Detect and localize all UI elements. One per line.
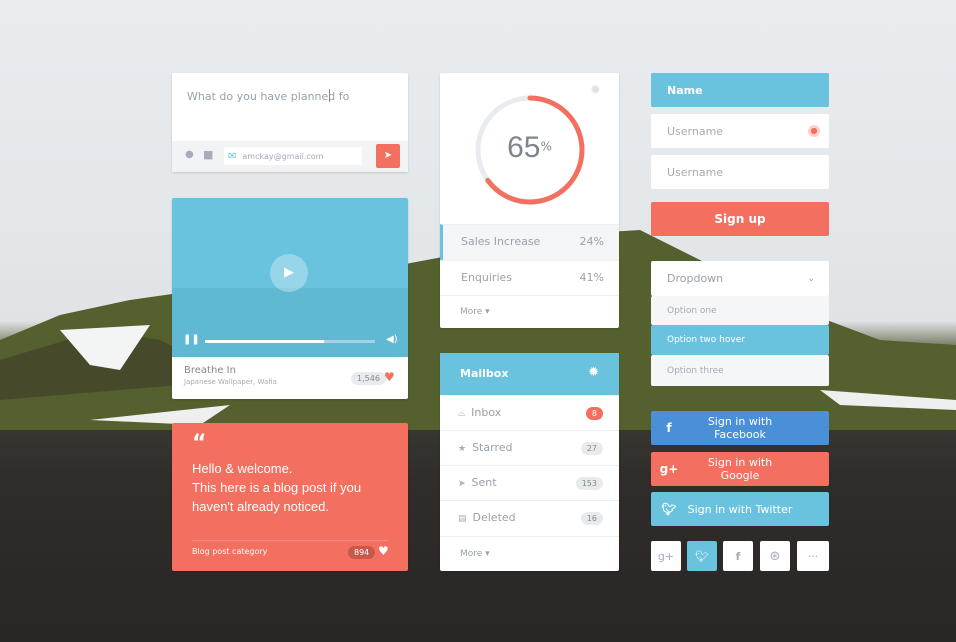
progress-track[interactable] — [205, 340, 375, 343]
more-link[interactable]: More ▾ — [440, 536, 619, 571]
chevron-down-icon: ⌄ — [807, 273, 815, 284]
error-indicator-icon: ● — [808, 125, 820, 137]
google-plus-icon: g+ — [657, 549, 675, 563]
track-artist: Japanese Wallpaper, Wafia — [184, 378, 277, 386]
media-player: ▶ ❚❚ ◀) Breathe In Japanese Wallpaper, W… — [172, 198, 408, 399]
send-icon: ➤ — [458, 479, 466, 489]
username-field[interactable]: Username ● — [651, 114, 829, 148]
signup-button[interactable]: Sign up — [651, 202, 829, 236]
video-area: ▶ ❚❚ ◀) — [172, 198, 408, 357]
volume-icon[interactable]: ◀) — [386, 334, 398, 345]
dropdown-option[interactable]: Option three — [651, 355, 829, 386]
camera-icon[interactable]: ■ — [203, 148, 213, 161]
google-plus-button[interactable]: g+ — [651, 541, 681, 571]
mailbox-item-inbox[interactable]: ⌓ Inbox 8 — [440, 395, 619, 430]
dropdown-option[interactable]: Option one — [651, 296, 829, 325]
facebook-icon: f — [735, 549, 741, 563]
percent-readout: 65% — [507, 131, 552, 164]
facebook-signin-button[interactable]: f Sign in with Facebook — [651, 411, 829, 445]
count-badge: 8 — [585, 407, 603, 420]
heart-icon[interactable]: ♥ — [378, 544, 389, 558]
count-badge: 27 — [580, 442, 603, 455]
blog-card: “ Hello & welcome. This here is a blog p… — [172, 423, 408, 571]
count-badge: 153 — [575, 477, 603, 490]
twitter-button[interactable]: 🐦︎ — [687, 541, 717, 571]
mailbox-card: Mailbox ✹ ⌓ Inbox 8 ★ Starred 27 ➤ Sent 153 ▤ Delet… — [440, 353, 619, 571]
star-icon: ★ — [458, 444, 467, 454]
more-link[interactable]: More ▾ — [440, 295, 619, 328]
dribbble-icon: ⊛ — [769, 548, 781, 564]
stats-card: ✹ 65% Sales Increase 24% Enquiries 41% Mor… — [440, 73, 619, 328]
more-button[interactable]: ··· — [797, 541, 829, 571]
send-button[interactable]: ➤ — [376, 144, 400, 168]
username-field[interactable]: Username — [651, 155, 829, 189]
dropdown-option-hover[interactable]: Option two hover — [651, 325, 829, 355]
composer-toolbar: ● ■ ✉ amckay@gmail.com ➤ — [172, 141, 408, 172]
like-count: 1,546 — [351, 372, 386, 385]
blog-category-link[interactable]: Blog post category — [192, 547, 267, 556]
more-icon: ··· — [807, 549, 819, 563]
status-input[interactable]: What do you have planned fo — [187, 90, 349, 103]
stat-row[interactable]: Sales Increase 24% — [440, 224, 619, 260]
text-cursor — [329, 89, 330, 102]
envelope-icon: ✉ — [228, 150, 237, 162]
count-badge: 16 — [580, 512, 603, 525]
pause-button[interactable]: ❚❚ — [183, 334, 200, 345]
stat-row[interactable]: Enquiries 41% — [440, 260, 619, 296]
google-plus-icon: g+ — [659, 462, 679, 476]
twitter-signin-button[interactable]: 🐦︎ Sign in with Twitter — [651, 492, 829, 526]
gear-icon[interactable]: ✹ — [588, 365, 599, 380]
gear-icon[interactable]: ✹ — [590, 83, 601, 98]
dribbble-button[interactable]: ⊛ — [760, 541, 790, 571]
progress-fill — [205, 340, 324, 343]
map-pin-icon[interactable]: ● — [185, 149, 194, 160]
mailbox-item-sent[interactable]: ➤ Sent 153 — [440, 465, 619, 500]
play-button[interactable]: ▶ — [270, 254, 308, 292]
mailbox-item-deleted[interactable]: ▤ Deleted 16 — [440, 500, 619, 535]
blog-text: Hello & welcome. This here is a blog pos… — [192, 461, 362, 514]
google-signin-button[interactable]: g+ Sign in with Google — [651, 452, 829, 486]
dropdown-select[interactable]: Dropdown ⌄ — [651, 261, 829, 296]
twitter-icon: 🐦︎ — [695, 549, 709, 563]
inbox-icon: ⌓ — [458, 409, 466, 419]
like-count: 894 — [348, 546, 376, 559]
status-composer: What do you have planned fo ● ■ ✉ amckay… — [172, 73, 408, 172]
heart-icon[interactable]: ♥ — [384, 370, 395, 384]
track-title: Breathe In — [184, 365, 236, 376]
name-field[interactable]: Name — [651, 73, 829, 107]
twitter-icon: 🐦︎ — [661, 502, 677, 516]
facebook-button[interactable]: f — [723, 541, 753, 571]
mailbox-item-starred[interactable]: ★ Starred 27 — [440, 430, 619, 465]
quote-icon: “ — [192, 431, 207, 456]
play-icon: ▶ — [284, 265, 294, 280]
facebook-icon: f — [666, 421, 672, 435]
send-icon: ➤ — [383, 150, 393, 161]
mailbox-header: Mailbox ✹ — [440, 353, 619, 395]
trash-icon: ▤ — [458, 514, 467, 524]
email-field[interactable]: ✉ amckay@gmail.com — [224, 147, 362, 165]
